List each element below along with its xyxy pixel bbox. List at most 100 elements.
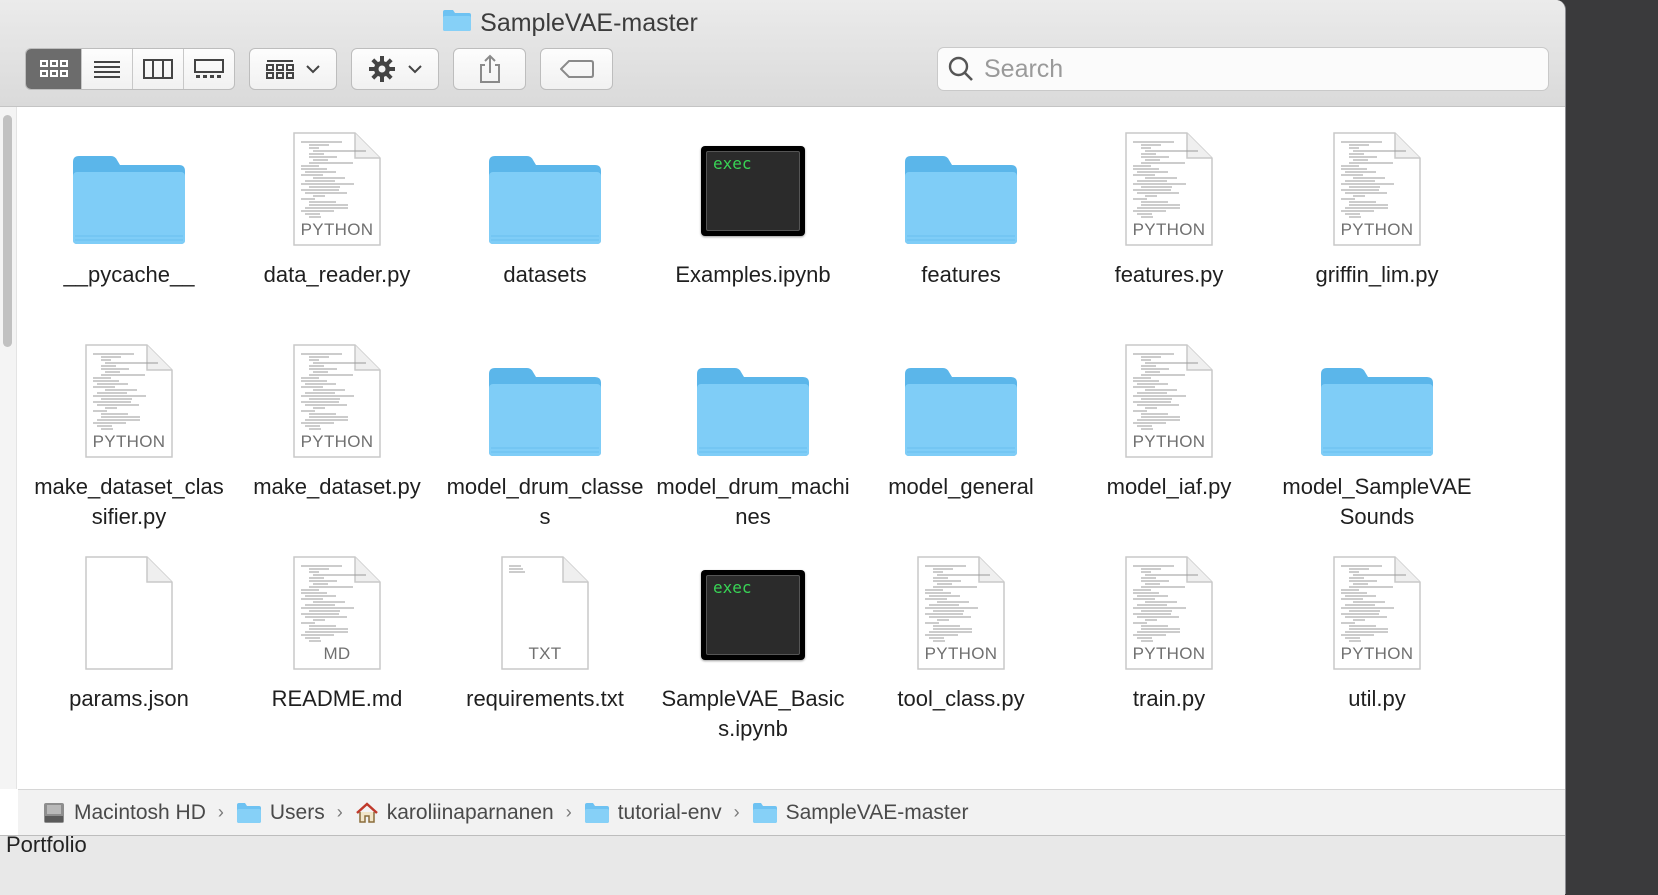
share-icon (479, 54, 500, 83)
folder-icon (584, 802, 609, 823)
file-icon-container: exec (673, 542, 833, 670)
file-type-tag: PYTHON (1340, 220, 1414, 239)
path-crumb[interactable]: Macintosh HD (42, 801, 206, 825)
hard-drive-icon (44, 802, 64, 823)
file-type-tag: PYTHON (1132, 432, 1206, 451)
search-field[interactable] (937, 47, 1549, 91)
file-item[interactable]: model_drum_machines (649, 330, 857, 542)
file-type-tag: PYTHON (924, 644, 998, 663)
background-window: Portfolio (0, 832, 1565, 895)
file-name: data_reader.py (263, 262, 411, 287)
file-name: model_drum_machines (656, 474, 850, 529)
file-icon-container (673, 330, 833, 458)
path-crumb[interactable]: karoliinaparnanen (355, 801, 554, 825)
folder-icon (73, 156, 185, 244)
file-name: Examples.ipynb (675, 262, 831, 287)
file-item[interactable]: __pycache__ (25, 118, 233, 330)
file-icon-container: PYTHON (1297, 542, 1457, 670)
file-name: util.py (1348, 686, 1406, 711)
icon-view-icon (39, 60, 68, 77)
action-menu-button[interactable] (351, 48, 439, 90)
file-name: __pycache__ (63, 262, 195, 287)
file-icon-container (49, 118, 209, 246)
file-item[interactable]: PYTHON make_dataset_classifier.py (25, 330, 233, 542)
gallery-view-button[interactable] (184, 49, 234, 89)
file-item[interactable]: exec Examples.ipynb (649, 118, 857, 330)
folder-icon (442, 8, 472, 39)
window-title-text: SampleVAE-master (480, 9, 698, 37)
scrollbar-thumb[interactable] (3, 115, 12, 347)
file-name: requirements.txt (466, 686, 624, 711)
file-item[interactable]: PYTHON make_dataset.py (233, 330, 441, 542)
group-by-icon (266, 60, 294, 79)
column-view-button[interactable] (133, 49, 184, 89)
document-icon-wrap: PYTHON (1125, 344, 1213, 458)
file-item[interactable]: PYTHON data_reader.py (233, 118, 441, 330)
file-item[interactable]: PYTHON tool_class.py (857, 542, 1065, 754)
file-item[interactable]: model_general (857, 330, 1065, 542)
file-type-tag: TXT (528, 644, 562, 663)
file-item[interactable]: PYTHON train.py (1065, 542, 1273, 754)
gear-icon (369, 56, 395, 82)
file-item[interactable]: model_SampleVAESounds (1273, 330, 1481, 542)
column-view-icon (143, 59, 173, 79)
file-name: features (921, 262, 1001, 287)
chevron-down-icon (408, 65, 422, 74)
file-type-tag: PYTHON (300, 432, 374, 451)
search-icon (948, 56, 973, 81)
file-item[interactable]: model_drum_classes (441, 330, 649, 542)
document-icon-wrap (85, 556, 173, 670)
background-window-label: Portfolio (6, 832, 87, 857)
file-item[interactable]: MD README.md (233, 542, 441, 754)
chevron-down-icon (306, 65, 320, 74)
file-type-tag: PYTHON (1132, 220, 1206, 239)
file-item[interactable]: PYTHON griffin_lim.py (1273, 118, 1481, 330)
file-item[interactable]: params.json (25, 542, 233, 754)
file-icon-container: PYTHON (881, 542, 1041, 670)
document-icon-wrap: TXT (501, 556, 589, 670)
document-icon-wrap: PYTHON (1333, 556, 1421, 670)
users-folder-icon (236, 802, 261, 823)
file-item[interactable]: PYTHON util.py (1273, 542, 1481, 754)
file-type-tag: PYTHON (1340, 644, 1414, 663)
path-crumb-label: karoliinaparnanen (386, 800, 554, 824)
file-item[interactable]: features (857, 118, 1065, 330)
vertical-scrollbar[interactable] (0, 107, 17, 789)
icon-view-button[interactable] (26, 49, 82, 89)
path-bar: Macintosh HD › Users › karoliinaparnanen › tut… (18, 789, 1565, 835)
file-icon-container (465, 330, 625, 458)
file-icon-container: MD (257, 542, 417, 670)
document-icon-wrap: MD (293, 556, 381, 670)
folder-icon (489, 156, 601, 244)
file-name: griffin_lim.py (1315, 262, 1439, 287)
terminal-exec-icon: exec (701, 570, 805, 660)
path-separator: › (565, 802, 572, 822)
edit-tags-button[interactable] (540, 48, 613, 90)
share-button[interactable] (453, 48, 526, 90)
file-icon-container: PYTHON (257, 118, 417, 246)
file-name: make_dataset.py (253, 474, 421, 499)
file-type-tag: MD (323, 644, 351, 663)
path-crumb[interactable]: Users (236, 801, 325, 825)
finder-window: SampleVAE-master Search __pycache__ PYTH… (0, 0, 1566, 894)
file-icon-container: PYTHON (1089, 118, 1249, 246)
path-crumb[interactable]: SampleVAE-master (752, 801, 968, 825)
file-grid: __pycache__ PYTHON data_reader.py dataset… (25, 118, 1481, 754)
file-icon-container (881, 330, 1041, 458)
folder-icon (489, 368, 601, 456)
file-item[interactable]: exec SampleVAE_Basics.ipynb (649, 542, 857, 754)
file-item[interactable]: datasets (441, 118, 649, 330)
file-icon-container: PYTHON (49, 330, 209, 458)
file-item[interactable]: PYTHON features.py (1065, 118, 1273, 330)
group-by-button[interactable] (249, 48, 337, 90)
file-icon-container: TXT (465, 542, 625, 670)
list-view-button[interactable] (82, 49, 133, 89)
path-crumb[interactable]: tutorial-env (584, 801, 722, 825)
file-icon-container: PYTHON (257, 330, 417, 458)
file-item[interactable]: PYTHON model_iaf.py (1065, 330, 1273, 542)
search-input[interactable] (982, 53, 1526, 85)
file-item[interactable]: TXT requirements.txt (441, 542, 649, 754)
document-icon-wrap: PYTHON (1125, 556, 1213, 670)
view-mode-control (25, 48, 235, 90)
file-icon-container (881, 118, 1041, 246)
